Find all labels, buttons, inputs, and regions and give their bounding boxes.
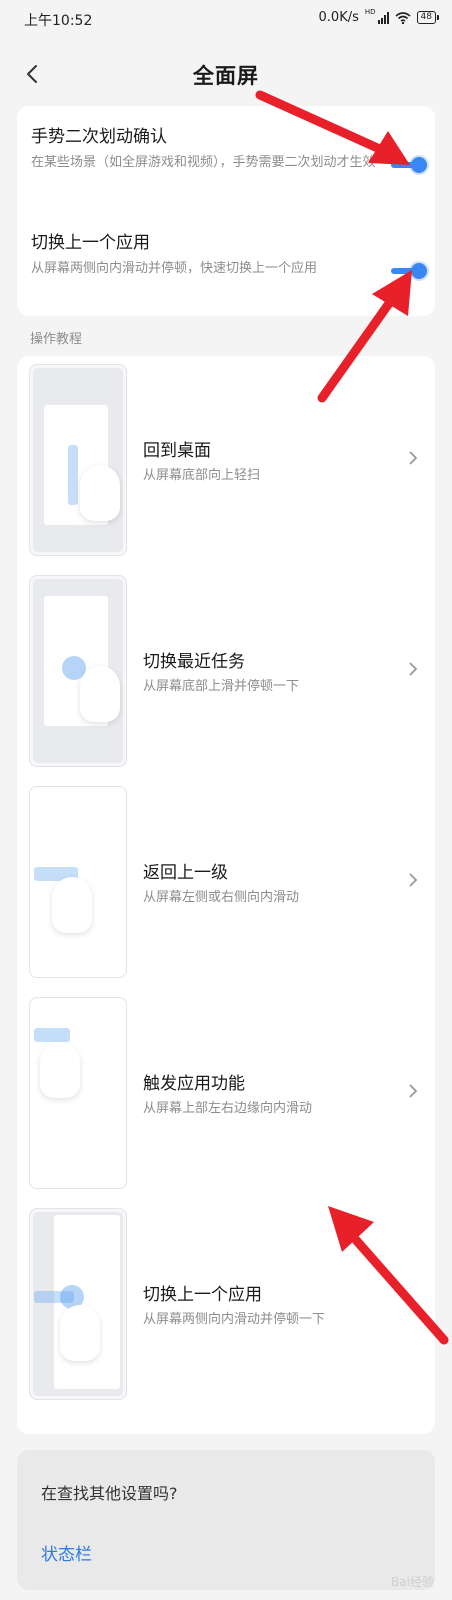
tutorial-title: 切换上一个应用 (143, 1285, 262, 1305)
tutorial-description: 从屏幕左侧或右侧向内滑动 (143, 890, 300, 905)
toggle-label: 切换上一个应用 (31, 233, 150, 253)
hd-badge: HD (364, 7, 376, 16)
watermark: Bai经验 (391, 1575, 434, 1589)
chevron-right-icon (409, 1084, 418, 1098)
tutorial-description: 从屏幕上部左右边缘向内滑动 (143, 1101, 313, 1116)
status-time: 上午10:52 (24, 13, 93, 29)
tutorial-item-back[interactable]: 返回上一级 从屏幕左侧或右侧向内滑动 (17, 782, 435, 978)
chevron-right-icon (409, 662, 418, 676)
tutorial-item-app-function[interactable]: 触发应用功能 从屏幕上部左右边缘向内滑动 (17, 993, 435, 1189)
tutorial-description: 从屏幕底部向上轻扫 (143, 468, 261, 483)
status-bar-link[interactable]: 状态栏 (41, 1540, 92, 1565)
tutorial-title: 回到桌面 (143, 441, 211, 461)
battery-icon: 48 (416, 11, 440, 24)
chevron-right-icon (409, 451, 418, 465)
signal-icon (377, 11, 389, 24)
search-question: 在查找其他设置吗? (41, 1484, 178, 1503)
tutorial-thumbnail (29, 575, 127, 767)
tutorial-thumbnail (29, 1208, 127, 1400)
annotation-arrow-icon (328, 1206, 449, 1345)
annotation-arrow-icon (317, 270, 412, 403)
tutorial-thumbnail (29, 786, 127, 978)
wifi-icon (395, 11, 411, 24)
annotation-arrow-icon (255, 90, 410, 165)
status-bar: 上午10:52 0.0K/s HD 48 (0, 0, 452, 40)
tutorial-description: 从屏幕两侧向内滑动并停顿一下 (143, 1312, 326, 1327)
tutorial-item-recents[interactable]: 切换最近任务 从屏幕底部上滑并停顿一下 (17, 571, 435, 767)
network-speed: 0.0K/s (318, 10, 359, 25)
status-icons: 0.0K/s HD 48 (318, 7, 440, 25)
search-other-settings-card: 在查找其他设置吗? 状态栏 (17, 1450, 435, 1590)
tutorial-title: 切换最近任务 (143, 652, 245, 672)
tutorial-title: 返回上一级 (143, 863, 228, 883)
tutorial-description: 从屏幕底部上滑并停顿一下 (143, 679, 300, 694)
chevron-right-icon (409, 873, 418, 887)
tutorial-thumbnail (29, 364, 127, 556)
tutorial-thumbnail (29, 997, 127, 1189)
tutorial-title: 触发应用功能 (143, 1074, 245, 1094)
section-label: 操作教程 (30, 332, 83, 347)
